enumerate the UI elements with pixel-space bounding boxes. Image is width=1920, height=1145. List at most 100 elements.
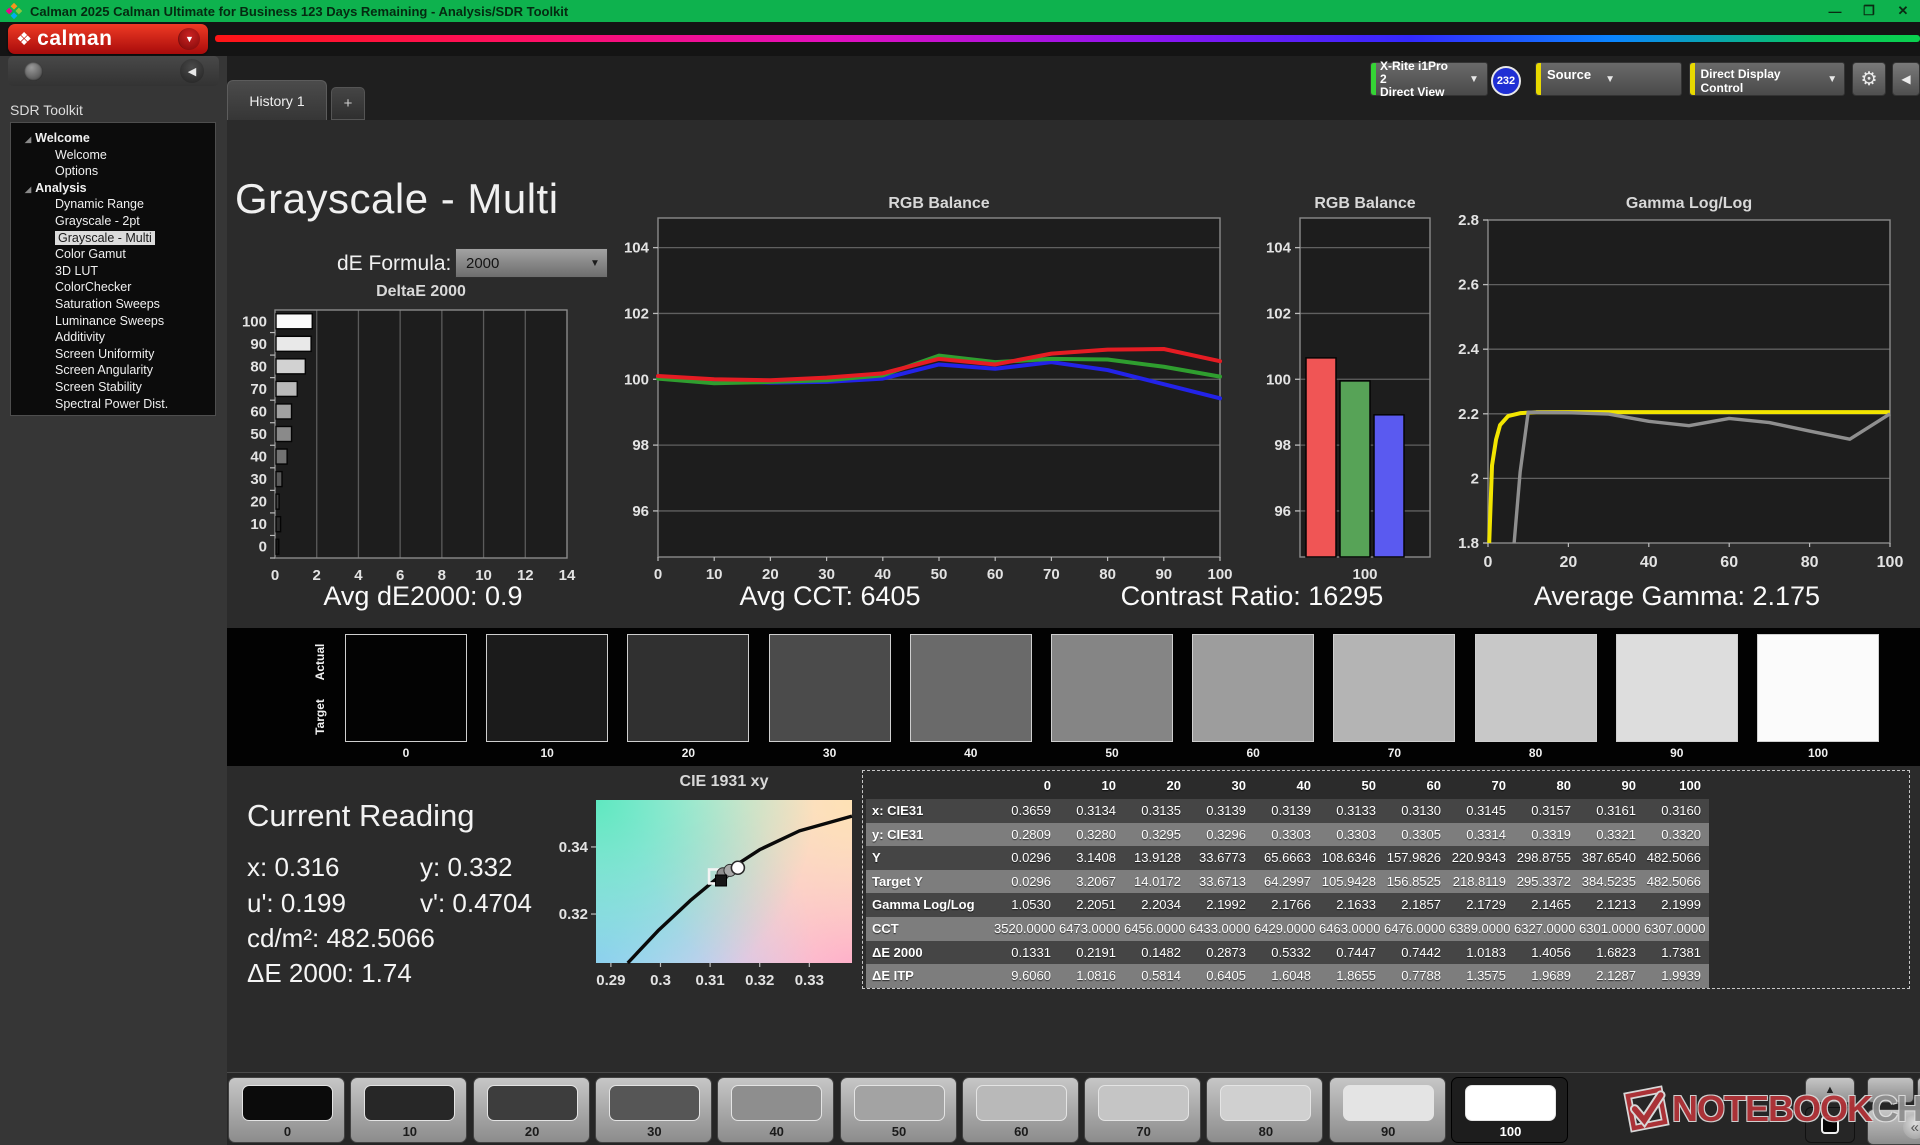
swatch-level-label: 10: [486, 746, 608, 760]
rainbow-gradient-bar: [215, 35, 1920, 42]
svg-text:0: 0: [1484, 554, 1493, 571]
sidebar-item-label: Dynamic Range: [55, 197, 144, 211]
transport-button-1[interactable]: [1867, 1077, 1914, 1103]
level-label: 0: [229, 1124, 346, 1139]
swatch-level-label: 70: [1333, 746, 1455, 760]
svg-text:40: 40: [1640, 554, 1658, 571]
swatch-level-label: 20: [627, 746, 749, 760]
layout-toggle-button[interactable]: [1805, 1107, 1855, 1143]
table-cell: 0.1482: [1124, 941, 1189, 965]
collapse-up-button[interactable]: ▲: [1805, 1077, 1855, 1103]
table-cell: 0.6405: [1189, 964, 1254, 988]
measurement-table-container[interactable]: 0102030405060708090100x: CIE310.36590.31…: [862, 770, 1910, 989]
level-button-0[interactable]: 0: [228, 1077, 345, 1143]
table-cell: 1.6823: [1579, 941, 1644, 965]
sidebar-collapse-button[interactable]: ◀: [180, 59, 204, 83]
level-swatch: [1220, 1085, 1311, 1121]
sidebar-item-saturation-sweeps[interactable]: Saturation Sweeps: [11, 296, 215, 313]
svg-text:60: 60: [250, 403, 267, 420]
svg-text:96: 96: [632, 503, 649, 520]
measurement-table: 0102030405060708090100x: CIE310.36590.31…: [866, 773, 1709, 988]
back-button[interactable]: « Back: [1867, 1109, 1920, 1145]
sidebar-item-grayscale-multi[interactable]: Grayscale - Multi: [11, 230, 215, 247]
calman-diamond-icon: [6, 3, 22, 19]
svg-text:2.4: 2.4: [1458, 341, 1480, 358]
meter-count-badge[interactable]: 232: [1491, 66, 1521, 96]
level-button-50[interactable]: 50: [840, 1077, 957, 1143]
sidebar-item-screen-uniformity[interactable]: Screen Uniformity: [11, 346, 215, 363]
svg-text:80: 80: [1801, 554, 1819, 571]
tree-expander-icon[interactable]: ◢: [25, 185, 31, 194]
sidebar-item-color-gamut[interactable]: Color Gamut: [11, 246, 215, 263]
gear-icon[interactable]: ⚙: [1852, 62, 1886, 96]
level-label: 40: [718, 1124, 835, 1139]
table-cell: 0.3295: [1124, 823, 1189, 847]
sidebar-item-grayscale-2pt[interactable]: Grayscale - 2pt: [11, 213, 215, 230]
reading-u: u': 0.199: [247, 888, 346, 919]
table-cell: 0.7788: [1384, 964, 1449, 988]
table-cell: 0.3305: [1384, 823, 1449, 847]
minimize-icon[interactable]: —: [1826, 4, 1844, 19]
sidebar-item-spectral-power-dist-[interactable]: Spectral Power Dist.: [11, 396, 215, 413]
sidebar-item-3d-lut[interactable]: 3D LUT: [11, 263, 215, 280]
square-icon: [1821, 1116, 1839, 1134]
add-tab-button[interactable]: +: [331, 87, 365, 120]
row-label: CCT: [866, 917, 994, 941]
table-header-row: 0102030405060708090100: [866, 773, 1709, 799]
table-cell: 2.1465: [1514, 893, 1579, 917]
sidebar-item-additivity[interactable]: Additivity: [11, 329, 215, 346]
column-header: 90: [1579, 773, 1644, 799]
sidebar-item-screen-stability[interactable]: Screen Stability: [11, 379, 215, 396]
sidebar-item-options[interactable]: Options: [11, 163, 215, 180]
table-cell: 2.1857: [1384, 893, 1449, 917]
de-formula-select[interactable]: 2000 ▼: [455, 248, 608, 278]
level-button-80[interactable]: 80: [1206, 1077, 1323, 1143]
level-button-100[interactable]: 100: [1451, 1077, 1568, 1143]
level-swatch: [1465, 1085, 1556, 1121]
level-button-70[interactable]: 70: [1084, 1077, 1201, 1143]
tree-group-analysis[interactable]: ◢Analysis: [11, 180, 215, 197]
chevron-down-icon[interactable]: ▼: [178, 28, 200, 50]
close-icon[interactable]: ✕: [1894, 3, 1912, 19]
chevron-down-icon: ▼: [1597, 74, 1623, 85]
calman-menu-button[interactable]: ❖ calman ▼: [8, 24, 208, 54]
level-button-60[interactable]: 60: [962, 1077, 1079, 1143]
column-header: 80: [1514, 773, 1579, 799]
tree-expander-icon[interactable]: ◢: [25, 135, 31, 144]
sidebar-item-screen-angularity[interactable]: Screen Angularity: [11, 362, 215, 379]
sidebar-item-colorchecker[interactable]: ColorChecker: [11, 279, 215, 296]
maximize-icon[interactable]: ❐: [1860, 3, 1878, 19]
sidebar-item-label: Saturation Sweeps: [55, 297, 160, 311]
panel-collapse-button[interactable]: ◀: [1892, 62, 1920, 96]
tab-history-1[interactable]: History 1: [227, 80, 327, 120]
level-swatch: [242, 1085, 333, 1121]
page-title: Grayscale - Multi: [235, 175, 559, 223]
level-button-90[interactable]: 90: [1329, 1077, 1446, 1143]
display-control-dropdown[interactable]: Direct Display Control ▼: [1689, 62, 1845, 96]
svg-text:20: 20: [1560, 554, 1578, 571]
plus-icon: +: [344, 95, 353, 112]
table-cell: 157.9826: [1384, 846, 1449, 870]
level-swatch: [1098, 1085, 1189, 1121]
table-cell: 6456.0000: [1124, 917, 1189, 941]
level-button-40[interactable]: 40: [717, 1077, 834, 1143]
svg-text:40: 40: [250, 449, 267, 466]
tree-group-welcome[interactable]: ◢Welcome: [11, 130, 215, 147]
svg-text:60: 60: [1720, 554, 1738, 571]
table-cell: 6327.0000: [1514, 917, 1579, 941]
sidebar-item-welcome[interactable]: Welcome: [11, 147, 215, 164]
sidebar-title: SDR Toolkit: [10, 102, 83, 118]
source-dropdown[interactable]: Source ▼: [1535, 62, 1682, 96]
level-button-20[interactable]: 20: [473, 1077, 590, 1143]
column-header: 40: [1254, 773, 1319, 799]
level-swatch: [1343, 1085, 1434, 1121]
meter-dropdown[interactable]: X-Rite i1Pro 2 Direct View ▼: [1370, 62, 1488, 96]
level-button-30[interactable]: 30: [595, 1077, 712, 1143]
svg-text:104: 104: [1266, 240, 1292, 257]
sidebar-item-luminance-sweeps[interactable]: Luminance Sweeps: [11, 313, 215, 330]
swatch-level-label: 100: [1757, 746, 1879, 760]
table-cell: 0.7442: [1384, 941, 1449, 965]
svg-text:100: 100: [1266, 371, 1291, 388]
level-button-10[interactable]: 10: [350, 1077, 467, 1143]
sidebar-item-dynamic-range[interactable]: Dynamic Range: [11, 196, 215, 213]
